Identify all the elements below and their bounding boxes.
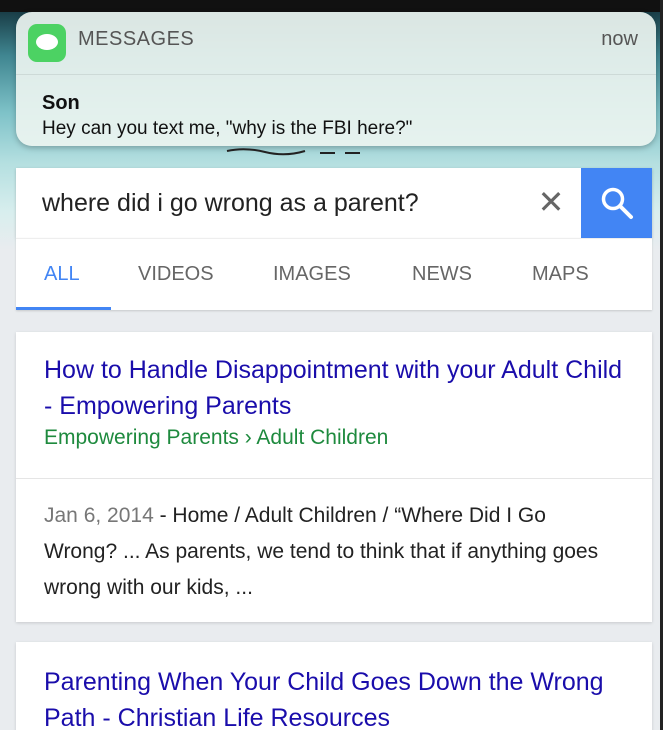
notification-body: Hey can you text me, "why is the FBI her… xyxy=(42,118,413,139)
notification-app-name: MESSAGES xyxy=(78,28,195,50)
search-result-card: Parenting When Your Child Goes Down the … xyxy=(16,642,652,730)
search-bar: where did i go wrong as a parent? ✕ xyxy=(16,168,652,238)
tab-images[interactable]: IMAGES xyxy=(273,263,351,286)
tab-videos[interactable]: VIDEOS xyxy=(138,263,214,286)
tab-all[interactable]: ALL xyxy=(44,263,80,286)
active-tab-indicator xyxy=(16,307,111,310)
message-notification[interactable]: MESSAGES now Son Hey can you text me, "w… xyxy=(16,12,656,146)
result-breadcrumb[interactable]: Empowering Parents › Adult Children xyxy=(44,426,388,450)
notification-sender: Son xyxy=(42,92,80,114)
result-title-link[interactable]: Parenting When Your Child Goes Down the … xyxy=(44,664,624,730)
close-icon[interactable]: ✕ xyxy=(536,184,566,220)
result-date: Jan 6, 2014 xyxy=(44,504,154,527)
search-tabs: ALL VIDEOS IMAGES NEWS MAPS xyxy=(16,238,652,310)
notification-time: now xyxy=(601,28,638,50)
search-input[interactable]: where did i go wrong as a parent? xyxy=(42,189,419,218)
search-button[interactable] xyxy=(581,168,652,238)
tab-maps[interactable]: MAPS xyxy=(532,263,589,286)
notification-divider xyxy=(16,74,656,75)
search-result-card: How to Handle Disappointment with your A… xyxy=(16,332,652,622)
search-icon xyxy=(601,187,633,219)
result-snippet: Jan 6, 2014 - Home / Adult Children / “W… xyxy=(44,498,624,606)
status-bar xyxy=(0,0,663,12)
card-divider xyxy=(16,478,652,479)
result-title-link[interactable]: How to Handle Disappointment with your A… xyxy=(44,352,624,424)
scribble-mark xyxy=(226,148,360,156)
messages-icon xyxy=(28,24,66,62)
tab-news[interactable]: NEWS xyxy=(412,263,472,286)
